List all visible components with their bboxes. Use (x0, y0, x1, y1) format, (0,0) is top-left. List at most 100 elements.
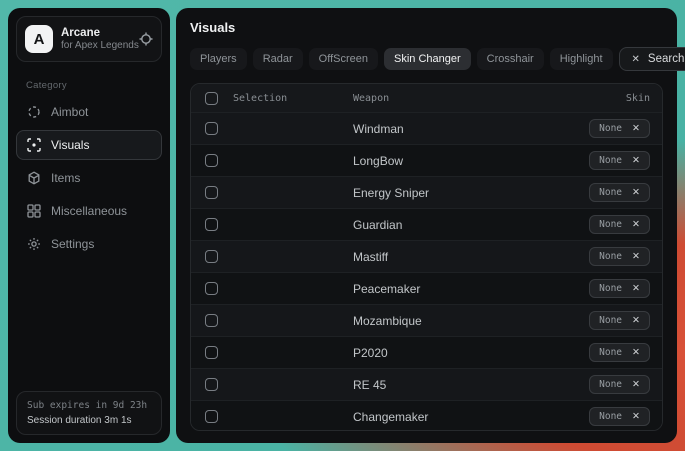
sidebar-nav: Aimbot Visuals Items (8, 97, 170, 262)
tab-label: Players (200, 53, 237, 65)
skin-badge[interactable]: None ✕ (589, 343, 650, 362)
remove-skin-icon[interactable]: ✕ (632, 155, 640, 166)
remove-skin-icon[interactable]: ✕ (632, 411, 640, 422)
table-row: Energy Sniper None ✕ (191, 176, 662, 208)
table-row: RE 45 None ✕ (191, 368, 662, 400)
sidebar-item-label: Miscellaneous (51, 204, 127, 218)
table-row: Peacemaker None ✕ (191, 272, 662, 304)
weapon-name: Guardian (353, 218, 589, 232)
skin-badge[interactable]: None ✕ (589, 151, 650, 170)
remove-skin-icon[interactable]: ✕ (632, 251, 640, 262)
tab-row: Players Radar OffScreen Skin Changer Cro… (190, 47, 663, 71)
skin-badge[interactable]: None ✕ (589, 311, 650, 330)
sidebar: A Arcane for Apex Legends Category (8, 8, 170, 443)
weapon-name: Changemaker (353, 410, 589, 424)
tab-label: OffScreen (319, 53, 368, 65)
table-row: P2020 None ✕ (191, 336, 662, 368)
table-row: Changemaker None ✕ (191, 400, 662, 431)
search-button-label: Search (648, 53, 684, 65)
sidebar-item-label: Settings (51, 237, 94, 251)
search-shortcut-icon: ✕ (632, 54, 640, 65)
table-row: Mastiff None ✕ (191, 240, 662, 272)
remove-skin-icon[interactable]: ✕ (632, 315, 640, 326)
sub-expires-text: Sub expires in 9d 23h (27, 400, 151, 411)
row-checkbox[interactable] (205, 154, 218, 167)
row-checkbox[interactable] (205, 282, 218, 295)
row-checkbox[interactable] (205, 218, 218, 231)
app-title: Arcane (61, 26, 131, 40)
app-header-card: A Arcane for Apex Legends (16, 16, 162, 62)
remove-skin-icon[interactable]: ✕ (632, 219, 640, 230)
skin-value: None (599, 379, 622, 390)
tab[interactable]: Crosshair (477, 48, 544, 70)
sidebar-item-label: Visuals (51, 138, 89, 152)
row-checkbox[interactable] (205, 314, 218, 327)
app-logo: A (25, 25, 53, 53)
visuals-focus-icon (27, 138, 41, 152)
row-checkbox[interactable] (205, 410, 218, 423)
table-header-row: Selection Weapon Skin (191, 84, 662, 112)
sidebar-item-aimbot[interactable]: Aimbot (16, 97, 162, 127)
skin-value: None (599, 347, 622, 358)
sidebar-item-items[interactable]: Items (16, 163, 162, 193)
weapon-name: Peacemaker (353, 282, 589, 296)
skin-value: None (599, 411, 622, 422)
skin-badge[interactable]: None ✕ (589, 119, 650, 138)
remove-skin-icon[interactable]: ✕ (632, 283, 640, 294)
skin-badge[interactable]: None ✕ (589, 407, 650, 426)
items-cube-icon (27, 171, 41, 185)
skin-value: None (599, 123, 622, 134)
row-checkbox[interactable] (205, 250, 218, 263)
session-duration-text: Session duration 3m 1s (27, 415, 151, 426)
table-row: Guardian None ✕ (191, 208, 662, 240)
remove-skin-icon[interactable]: ✕ (632, 379, 640, 390)
remove-skin-icon[interactable]: ✕ (632, 123, 640, 134)
page-title: Visuals (190, 20, 663, 35)
skin-value: None (599, 155, 622, 166)
weapon-name: P2020 (353, 346, 589, 360)
tab[interactable]: Players (190, 48, 247, 70)
column-header-skin: Skin (626, 93, 650, 104)
tab-label: Crosshair (487, 53, 534, 65)
remove-skin-icon[interactable]: ✕ (632, 347, 640, 358)
weapon-name: RE 45 (353, 378, 589, 392)
sidebar-item-visuals[interactable]: Visuals (16, 130, 162, 160)
tab-label: Radar (263, 53, 293, 65)
desktop-background: A Arcane for Apex Legends Category (0, 0, 685, 451)
tab[interactable]: Skin Changer (384, 48, 471, 70)
weapon-name: Mastiff (353, 250, 589, 264)
sidebar-item-miscellaneous[interactable]: Miscellaneous (16, 196, 162, 226)
table-row: LongBow None ✕ (191, 144, 662, 176)
skin-badge[interactable]: None ✕ (589, 215, 650, 234)
tab[interactable]: Highlight (550, 48, 613, 70)
settings-gear-icon (27, 237, 41, 251)
tab-label: Skin Changer (394, 53, 461, 65)
remove-skin-icon[interactable]: ✕ (632, 187, 640, 198)
tab[interactable]: OffScreen (309, 48, 378, 70)
skin-badge[interactable]: None ✕ (589, 247, 650, 266)
row-checkbox[interactable] (205, 186, 218, 199)
skin-badge[interactable]: None ✕ (589, 183, 650, 202)
crosshair-icon[interactable] (139, 32, 153, 46)
select-all-checkbox[interactable] (205, 92, 218, 105)
sidebar-item-settings[interactable]: Settings (16, 229, 162, 259)
column-header-selection: Selection (233, 93, 353, 104)
skin-badge[interactable]: None ✕ (589, 375, 650, 394)
sidebar-item-label: Aimbot (51, 105, 88, 119)
skin-changer-table: Selection Weapon Skin Windman None ✕ Lon… (190, 83, 663, 431)
main-panel: Visuals Players Radar OffScreen Skin Cha… (176, 8, 677, 443)
row-checkbox[interactable] (205, 122, 218, 135)
aimbot-target-icon (27, 105, 41, 119)
row-checkbox[interactable] (205, 346, 218, 359)
skin-value: None (599, 187, 622, 198)
skin-badge[interactable]: None ✕ (589, 279, 650, 298)
table-row: Windman None ✕ (191, 112, 662, 144)
row-checkbox[interactable] (205, 378, 218, 391)
search-button[interactable]: ✕ Search (619, 47, 685, 71)
tab[interactable]: Radar (253, 48, 303, 70)
weapon-name: Energy Sniper (353, 186, 589, 200)
skin-value: None (599, 283, 622, 294)
skin-value: None (599, 251, 622, 262)
weapon-name: LongBow (353, 154, 589, 168)
miscellaneous-grid-icon (27, 204, 41, 218)
